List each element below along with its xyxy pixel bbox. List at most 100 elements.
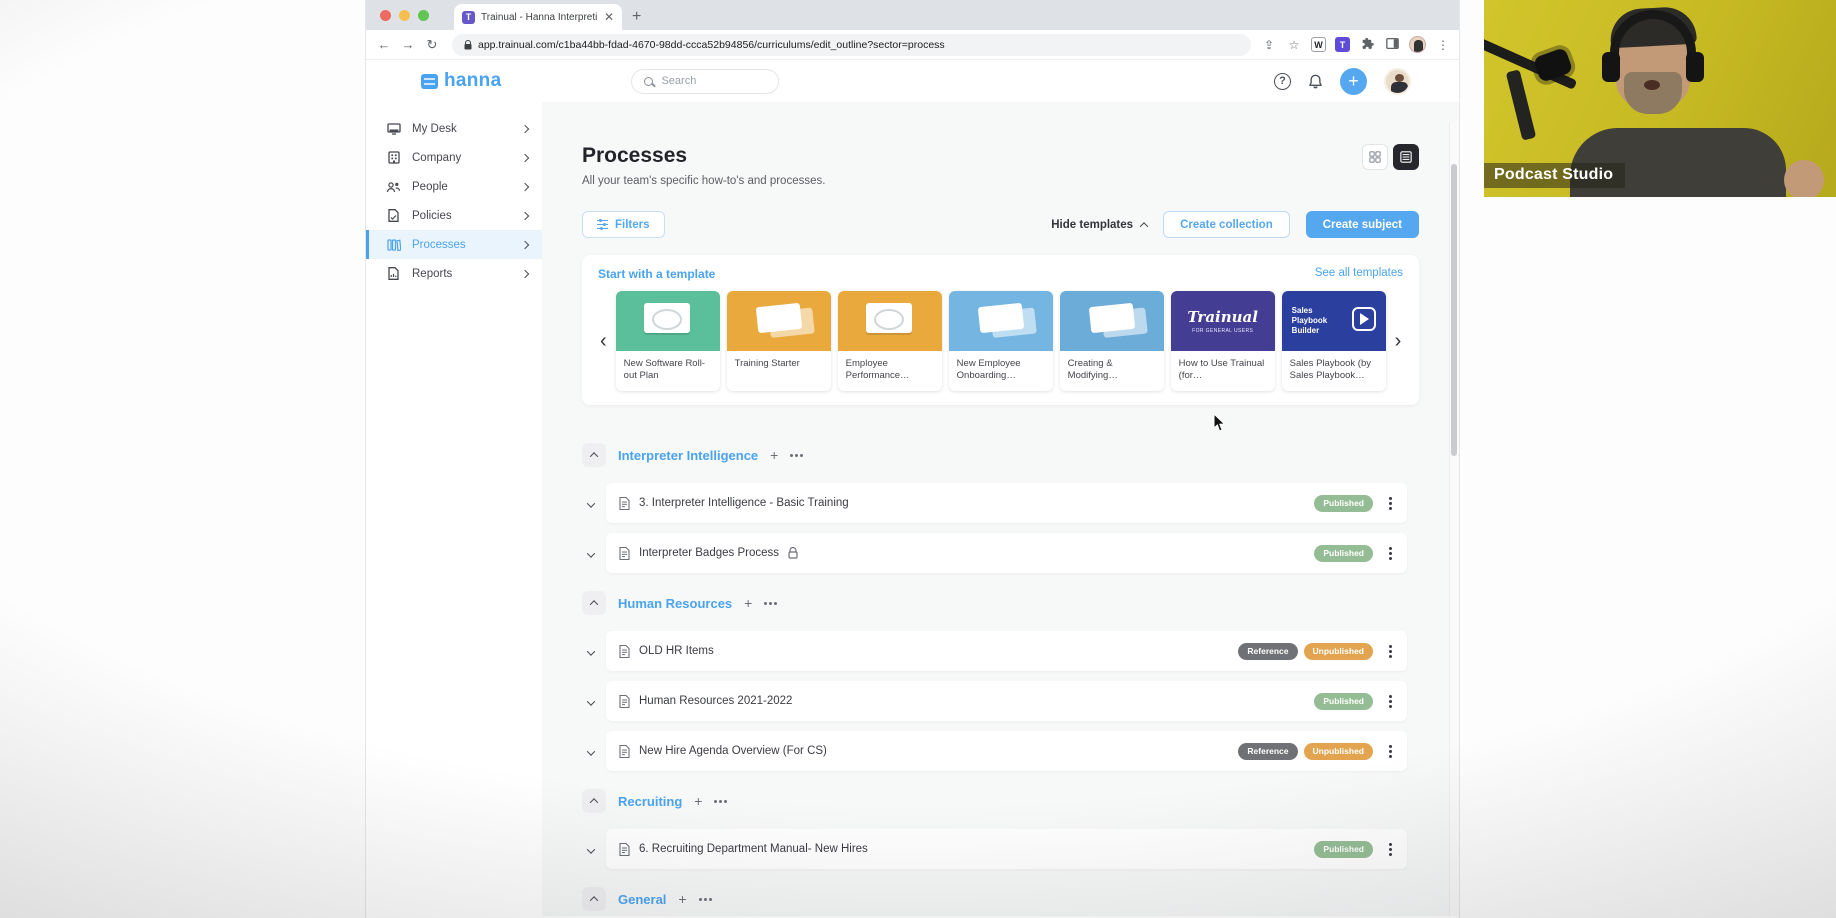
create-plus-button[interactable]: + [1340, 68, 1367, 95]
row-menu-button[interactable] [1387, 695, 1394, 708]
subject-card[interactable]: Interpreter Badges Process Published [606, 533, 1407, 573]
company-icon [386, 151, 401, 164]
minimize-window-button[interactable] [399, 10, 410, 21]
section-menu-button[interactable] [699, 898, 712, 901]
scrollbar-thumb[interactable] [1451, 164, 1457, 456]
template-card[interactable]: New Employee Onboarding… [949, 291, 1053, 391]
browser-menu-kebab-icon[interactable]: ⋮ [1435, 38, 1451, 52]
main-content: Processes All your team's specific how-t… [542, 102, 1459, 916]
subject-card[interactable]: Human Resources 2021-2022 Published [606, 681, 1407, 721]
carousel-right-icon[interactable]: › [1393, 331, 1404, 351]
template-card[interactable]: New Software Roll-out Plan [616, 291, 720, 391]
section-title[interactable]: Interpreter Intelligence [618, 448, 758, 463]
section-add-button[interactable]: + [770, 447, 778, 463]
new-tab-button[interactable]: + [632, 8, 641, 26]
section-menu-button[interactable] [764, 602, 777, 605]
template-card[interactable]: SalesPlaybookBuilder Sales Playbook (by … [1282, 291, 1386, 391]
document-icon [619, 645, 630, 658]
url-bar[interactable]: app.trainual.com/c1ba44bb-fdad-4670-98dd… [452, 34, 1251, 56]
template-cards: New Software Roll-out Plan Training Star… [616, 291, 1386, 391]
row-expand-button[interactable] [586, 744, 594, 759]
chevron-right-icon [521, 153, 529, 161]
create-subject-button[interactable]: Create subject [1306, 211, 1419, 238]
section-menu-button[interactable] [714, 800, 727, 803]
section-collapse-button[interactable] [582, 591, 606, 615]
template-card[interactable]: Employee Performance… [838, 291, 942, 391]
reload-icon[interactable]: ↻ [422, 37, 442, 53]
hide-templates-toggle[interactable]: Hide templates [1051, 219, 1147, 231]
section-collapse-button[interactable] [582, 887, 606, 911]
row-expand-button[interactable] [586, 644, 594, 659]
filter-icon [597, 220, 608, 230]
search-bar[interactable] [631, 69, 779, 94]
row-menu-button[interactable] [1387, 497, 1394, 510]
create-collection-button[interactable]: Create collection [1163, 211, 1290, 238]
row-expand-button[interactable] [586, 546, 594, 561]
list-view-button[interactable] [1393, 144, 1419, 170]
section-add-button[interactable]: + [694, 793, 702, 809]
sidebar-item-people[interactable]: People [366, 172, 542, 201]
row-expand-button[interactable] [586, 842, 594, 857]
user-avatar[interactable] [1384, 68, 1411, 95]
close-window-button[interactable] [380, 10, 391, 21]
process-section: Human Resources + OLD HR Items Reference… [582, 589, 1419, 771]
search-input[interactable] [661, 75, 766, 87]
subject-card[interactable]: 6. Recruiting Department Manual- New Hir… [606, 829, 1407, 869]
row-menu-button[interactable] [1387, 745, 1394, 758]
w-extension-icon[interactable]: W [1311, 37, 1326, 52]
section-add-button[interactable]: + [744, 595, 752, 611]
window-controls[interactable] [380, 10, 429, 21]
section-title[interactable]: Human Resources [618, 596, 732, 611]
page-scrollbar[interactable] [1449, 122, 1458, 916]
section-collapse-button[interactable] [582, 789, 606, 813]
webcam-overlay: Podcast Studio [1484, 0, 1836, 197]
play-icon [1352, 307, 1376, 331]
row-menu-button[interactable] [1387, 547, 1394, 560]
subject-card[interactable]: OLD HR Items ReferenceUnpublished [606, 631, 1407, 671]
sidebar-item-processes[interactable]: Processes [366, 230, 542, 259]
subject-title: 3. Interpreter Intelligence - Basic Trai… [639, 497, 849, 509]
notifications-bell-icon[interactable] [1308, 73, 1323, 90]
row-expand-button[interactable] [586, 694, 594, 709]
sidebar-item-policies[interactable]: Policies [366, 201, 542, 230]
row-menu-button[interactable] [1387, 645, 1394, 658]
subject-card[interactable]: New Hire Agenda Overview (For CS) Refere… [606, 731, 1407, 771]
template-card[interactable]: Creating & Modifying… [1060, 291, 1164, 391]
sidebar-item-reports[interactable]: Reports [366, 259, 542, 288]
sidebar-item-company[interactable]: Company [366, 143, 542, 172]
bookmark-star-icon[interactable]: ☆ [1286, 38, 1302, 52]
subject-card[interactable]: 3. Interpreter Intelligence - Basic Trai… [606, 483, 1407, 523]
browser-window: T Trainual - Hanna Interpreting S ✕ + ← … [365, 0, 1460, 918]
section-title[interactable]: General [618, 892, 666, 907]
see-all-templates-link[interactable]: See all templates [1315, 267, 1403, 281]
sidebar-item-my-desk[interactable]: My Desk [366, 114, 542, 143]
hanna-logo[interactable]: hanna [421, 70, 501, 92]
row-menu-button[interactable] [1387, 843, 1394, 856]
section-collapse-button[interactable] [582, 443, 606, 467]
template-card[interactable]: TrainualFOR GENERAL USERS How to Use Tra… [1171, 291, 1275, 391]
section-menu-button[interactable] [790, 454, 803, 457]
help-icon[interactable]: ? [1274, 73, 1291, 90]
section-add-button[interactable]: + [678, 891, 686, 907]
row-expand-button[interactable] [586, 496, 594, 511]
browser-profile-avatar[interactable] [1409, 36, 1426, 53]
template-card[interactable]: Training Starter [727, 291, 831, 391]
back-icon[interactable]: ← [374, 37, 394, 52]
document-icon [619, 745, 630, 758]
share-icon[interactable]: ⇪ [1261, 38, 1277, 52]
side-panel-icon[interactable] [1384, 37, 1400, 53]
zoom-window-button[interactable] [418, 10, 429, 21]
filters-button[interactable]: Filters [582, 211, 665, 238]
grid-view-button[interactable] [1362, 144, 1388, 170]
extensions-puzzle-icon[interactable] [1359, 37, 1375, 53]
tab-close-icon[interactable]: ✕ [604, 10, 614, 24]
trainual-favicon: T [462, 11, 475, 24]
subject-row: Interpreter Badges Process Published [586, 533, 1407, 573]
forward-icon[interactable]: → [398, 37, 418, 52]
subject-title: New Hire Agenda Overview (For CS) [639, 745, 827, 757]
trainual-extension-icon[interactable]: T [1335, 37, 1350, 52]
browser-tab[interactable]: T Trainual - Hanna Interpreting S ✕ [454, 4, 622, 30]
status-badge-published: Published [1314, 545, 1373, 562]
section-title[interactable]: Recruiting [618, 794, 682, 809]
carousel-left-icon[interactable]: ‹ [598, 331, 609, 351]
